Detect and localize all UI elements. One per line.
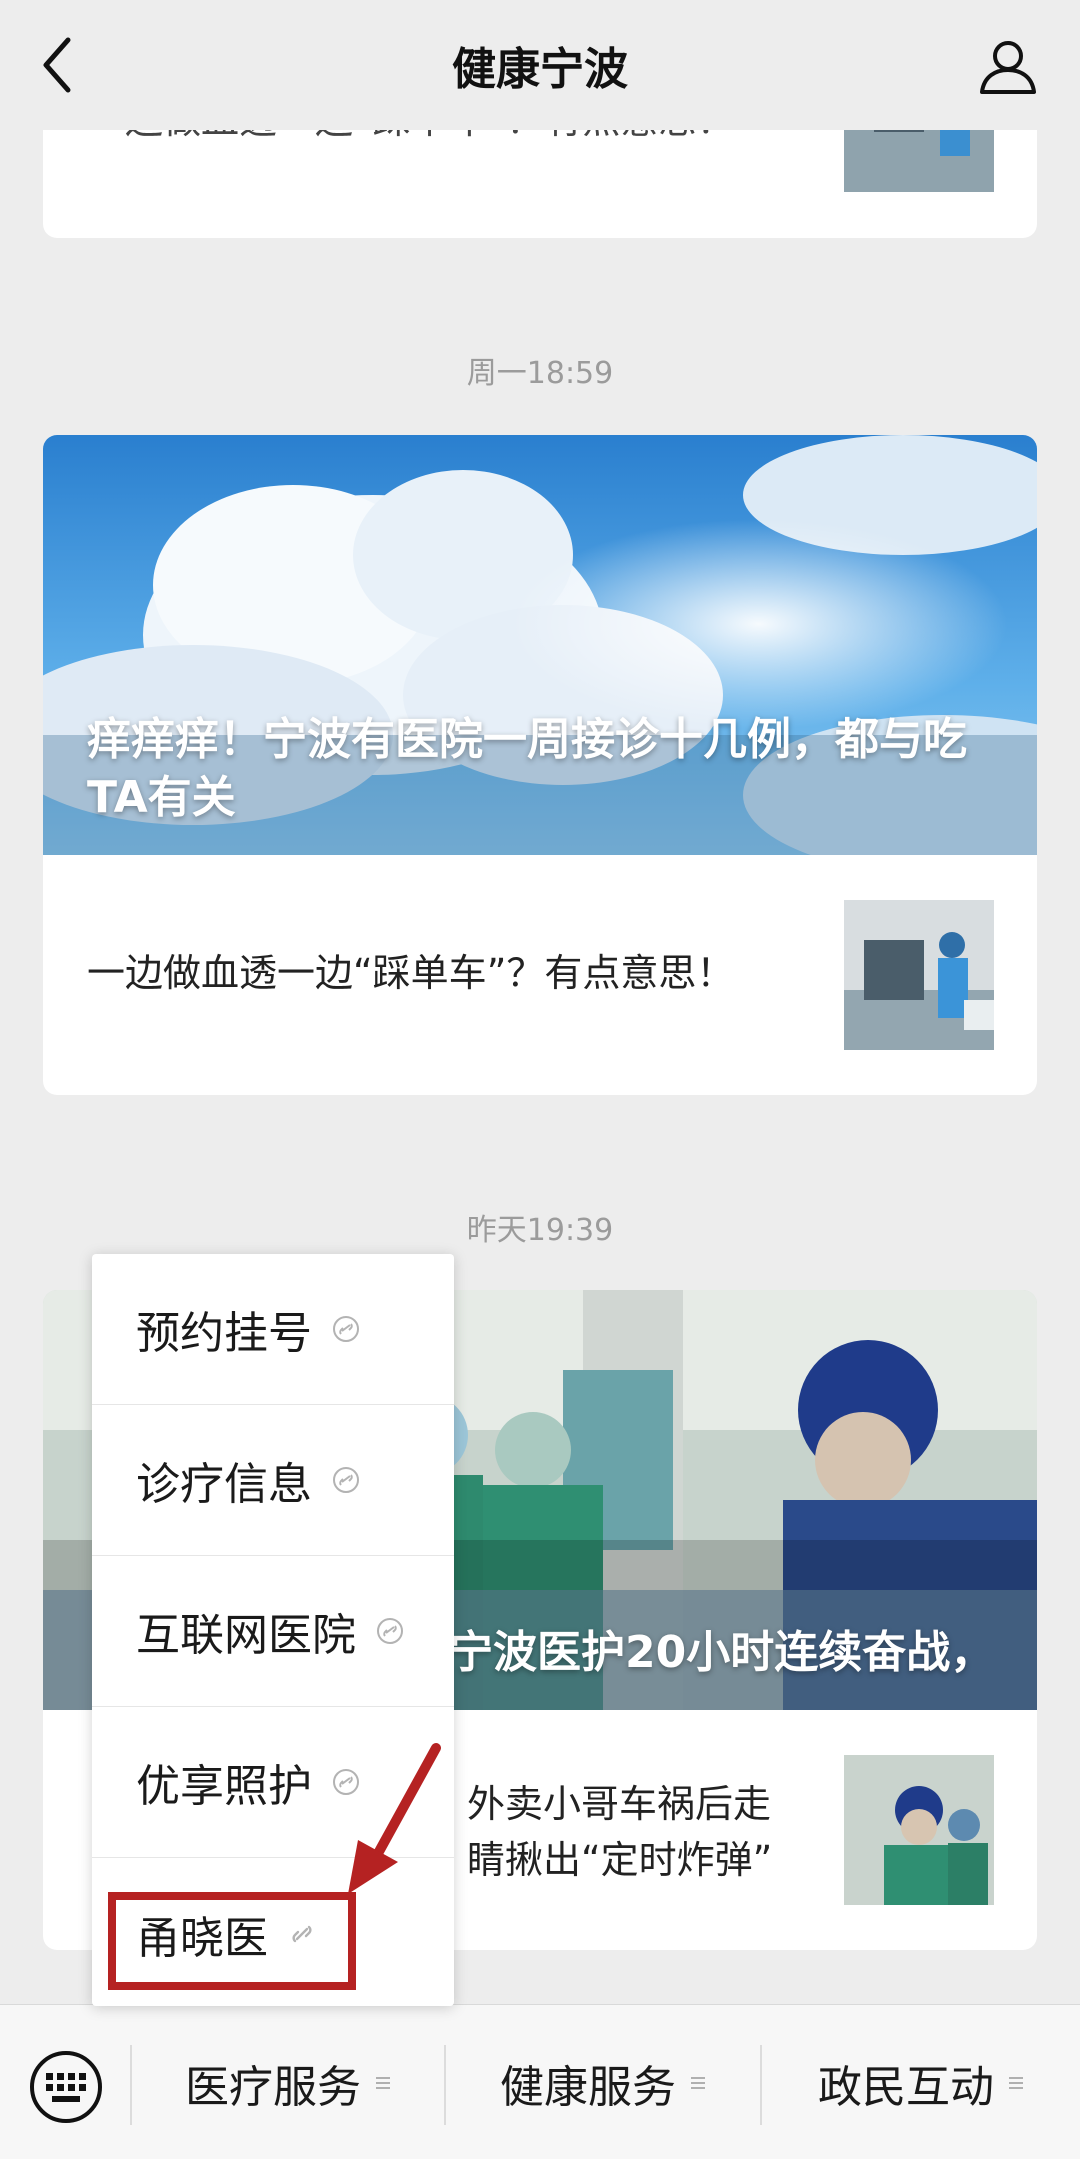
hero-title: 宁波医护20小时连续奋战， bbox=[449, 1627, 995, 1678]
link-icon bbox=[333, 1467, 359, 1493]
submenu-item-appointment[interactable]: 预约挂号 bbox=[92, 1254, 454, 1405]
article-title: 一边做血透一边“踩单车”？有点意思！ bbox=[87, 951, 735, 995]
article-title: 外卖小哥车祸后走 睛揪出“定时炸弹” bbox=[467, 1776, 817, 1888]
link-icon bbox=[333, 1316, 359, 1342]
menu-tab-label: 政民互动 bbox=[818, 2061, 994, 2113]
article-thumbnail bbox=[844, 1755, 994, 1905]
hero-title: 痒痒痒！宁波有医院一周接诊十几例，都与吃TA有关 bbox=[87, 714, 967, 823]
submenu-item-label: 优享照护 bbox=[136, 1761, 312, 1812]
menu-tab-label: 医疗服务 bbox=[185, 2061, 361, 2113]
article-row[interactable]: 一边做血透一边“踩单车”？有点意思！ bbox=[43, 855, 1037, 1095]
menu-lines-icon bbox=[691, 2076, 705, 2089]
menu-lines-icon bbox=[1009, 2076, 1023, 2089]
menu-tab-medical-service[interactable]: 医疗服务 bbox=[132, 2005, 444, 2159]
keyboard-icon[interactable] bbox=[28, 2049, 104, 2125]
submenu-item-internet-hospital[interactable]: 互联网医院 bbox=[92, 1556, 454, 1707]
menu-tab-gov-interaction[interactable]: 政民互动 bbox=[762, 2005, 1080, 2159]
person-icon[interactable] bbox=[976, 34, 1040, 98]
submenu-item-label: 预约挂号 bbox=[136, 1308, 312, 1359]
timestamp: 周一18:59 bbox=[466, 356, 614, 391]
submenu-item-diagnosis-info[interactable]: 诊疗信息 bbox=[92, 1405, 454, 1556]
submenu-item-label: 诊疗信息 bbox=[136, 1459, 312, 1510]
article-card[interactable]: 痒痒痒！宁波有医院一周接诊十几例，都与吃TA有关 一边做血透一边“踩单车”？有点… bbox=[43, 435, 1037, 1095]
bottom-menu-bar: 医疗服务 健康服务 政民互动 bbox=[0, 2004, 1080, 2159]
menu-tab-label: 健康服务 bbox=[500, 2061, 676, 2113]
article-title-line: 外卖小哥车祸后走 bbox=[467, 1782, 772, 1826]
menu-tab-health-service[interactable]: 健康服务 bbox=[446, 2005, 760, 2159]
article-thumbnail bbox=[844, 900, 994, 1050]
timestamp: 昨天19:39 bbox=[466, 1213, 614, 1248]
annotation-arrow-icon bbox=[348, 1743, 441, 1894]
back-chevron-icon[interactable] bbox=[38, 30, 98, 100]
link-icon bbox=[377, 1618, 403, 1644]
page-title: 健康宁波 bbox=[452, 44, 628, 95]
submenu-item-label: 互联网医院 bbox=[136, 1610, 356, 1661]
article-title-line: 睛揪出“定时炸弹” bbox=[467, 1838, 773, 1882]
annotation-highlight-box bbox=[108, 1892, 356, 1990]
top-nav-bar: 健康宁波 bbox=[0, 0, 1080, 130]
menu-lines-icon bbox=[376, 2076, 390, 2089]
hero-image[interactable]: 痒痒痒！宁波有医院一周接诊十几例，都与吃TA有关 bbox=[43, 435, 1037, 855]
